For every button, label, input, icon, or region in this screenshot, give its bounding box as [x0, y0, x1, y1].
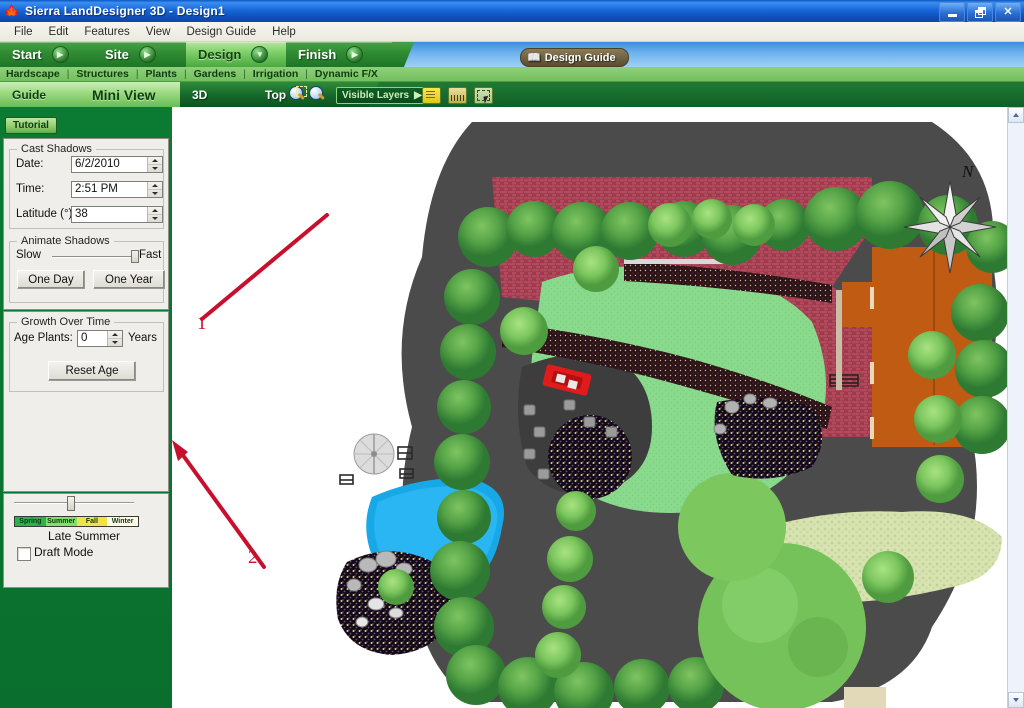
book-icon: 📖	[527, 52, 541, 64]
slow-label: Slow	[16, 249, 41, 261]
latitude-label: Latitude (°):	[16, 208, 76, 220]
animate-speed-thumb[interactable]	[131, 250, 139, 263]
phase-tab-start[interactable]: Start ▶	[0, 42, 123, 67]
animate-shadows-title: Animate Shadows	[17, 235, 114, 247]
title-bar: 🍁 Sierra LandDesigner 3D - Design1 ✕	[0, 0, 1024, 22]
age-plants-field[interactable]: 0	[77, 330, 123, 347]
annotation-number-1: 1	[197, 313, 207, 334]
one-year-button[interactable]: One Year	[93, 270, 165, 289]
circular-flower-bed	[548, 415, 632, 499]
play-icon: ▶	[346, 46, 364, 63]
season-panel: Spring Summer Fall Winter Late Summer Dr…	[3, 493, 169, 588]
latitude-stepper[interactable]	[147, 207, 162, 222]
latitude-value: 38	[75, 208, 88, 220]
play-icon: ▶	[138, 46, 156, 63]
select-icon[interactable]	[474, 87, 493, 104]
animate-speed-track[interactable]	[52, 256, 136, 258]
draft-mode-checkbox[interactable]	[17, 547, 31, 561]
shadows-panel: Cast Shadows Date: 6/2/2010 Time: 2:51 P…	[3, 138, 169, 310]
application-window: 🍁 Sierra LandDesigner 3D - Design1 ✕ Fil…	[0, 0, 1024, 708]
cast-shadows-title: Cast Shadows	[17, 143, 96, 155]
ruler-icon[interactable]	[448, 87, 467, 104]
season-band-winter: Winter	[107, 517, 138, 526]
restore-icon[interactable]	[967, 2, 993, 22]
menu-item-file[interactable]: File	[6, 25, 41, 39]
subnav-separator: |	[243, 68, 246, 80]
phase-tab-finish[interactable]: Finish ▶	[286, 42, 415, 67]
compass-north-label: N	[961, 162, 975, 181]
season-bands: Spring Summer Fall Winter	[14, 516, 139, 527]
design-guide-button[interactable]: 📖 Design Guide	[520, 48, 629, 67]
leaf-icon: 🍁	[3, 3, 21, 19]
phase-tab-bar: Start ▶ Site ▶ Design ▼ Finish ▶	[0, 42, 1024, 67]
left-sidebar: Tutorial Cast Shadows Date: 6/2/2010 Tim…	[0, 107, 172, 708]
subnav-item-gardens[interactable]: Gardens	[194, 68, 237, 80]
chevron-down-icon: ▼	[251, 46, 269, 63]
chevron-right-icon: ▶	[414, 90, 422, 101]
subnav-item-hardscape[interactable]: Hardscape	[6, 68, 60, 80]
growth-over-time-title: Growth Over Time	[17, 316, 115, 328]
canvas-vertical-scrollbar[interactable]	[1007, 107, 1024, 708]
minimize-icon[interactable]	[939, 2, 965, 22]
subnav-separator: |	[135, 68, 139, 80]
landscape-plan-drawing[interactable]: N	[172, 107, 1008, 708]
subnav-separator: |	[305, 68, 308, 80]
fast-label: Fast	[139, 249, 162, 261]
notes-icon[interactable]	[422, 87, 441, 104]
age-plants-stepper[interactable]	[107, 331, 122, 346]
subnav-item-irrigation[interactable]: Irrigation	[253, 68, 299, 80]
subnav-item-structures[interactable]: Structures	[76, 68, 129, 80]
menu-item-edit[interactable]: Edit	[41, 25, 77, 39]
phase-tab-site[interactable]: Site ▶	[93, 42, 216, 67]
date-field[interactable]: 6/2/2010	[71, 156, 163, 173]
scroll-up-icon[interactable]	[1008, 107, 1024, 123]
sub-nav-bar: Hardscape | Structures | Plants | Garden…	[0, 67, 1024, 82]
draft-mode-label: Draft Mode	[34, 545, 94, 559]
time-field[interactable]: 2:51 PM	[71, 181, 163, 198]
menu-item-design-guide[interactable]: Design Guide	[178, 25, 264, 39]
age-plants-label: Age Plants:	[14, 332, 73, 344]
scroll-down-icon[interactable]	[1008, 692, 1024, 708]
date-value: 6/2/2010	[75, 158, 120, 170]
subnav-separator: |	[183, 68, 187, 80]
tool-bar: Guide Mini View 3D Top Visible Layers ▶	[0, 82, 1024, 107]
date-stepper[interactable]	[147, 157, 162, 172]
age-plants-value: 0	[81, 332, 88, 344]
years-label: Years	[128, 332, 157, 344]
design-guide-label: Design Guide	[544, 51, 616, 64]
close-icon[interactable]: ✕	[995, 2, 1021, 22]
zoom-in-icon[interactable]	[289, 86, 308, 103]
zoom-out-icon[interactable]	[309, 86, 326, 103]
visible-layers-button[interactable]: Visible Layers ▶	[336, 87, 428, 104]
season-band-summer: Summer	[45, 517, 77, 526]
season-band-spring: Spring	[15, 517, 46, 526]
growth-panel: Growth Over Time Age Plants: 0 Years Res…	[3, 311, 169, 492]
patio-umbrella	[353, 433, 395, 475]
annotation-number-2: 2	[248, 547, 258, 568]
menu-item-help[interactable]: Help	[264, 25, 304, 39]
time-value: 2:51 PM	[75, 183, 118, 195]
season-current-label: Late Summer	[47, 529, 121, 543]
specimen-tree-2	[678, 473, 786, 581]
one-day-button[interactable]: One Day	[17, 270, 85, 289]
window-title: Sierra LandDesigner 3D - Design1	[25, 4, 225, 18]
reset-age-button[interactable]: Reset Age	[48, 361, 136, 381]
time-stepper[interactable]	[147, 182, 162, 197]
tutorial-tab[interactable]: Tutorial	[5, 117, 57, 134]
menu-bar: File Edit Features View Design Guide Hel…	[0, 22, 1024, 42]
menu-item-view[interactable]: View	[138, 25, 179, 39]
time-label: Time:	[16, 183, 45, 195]
phase-tab-design[interactable]: Design ▼	[186, 42, 317, 67]
menu-item-features[interactable]: Features	[76, 25, 137, 39]
window-controls: ✕	[939, 2, 1021, 22]
subnav-separator: |	[66, 68, 70, 80]
play-icon: ▶	[51, 46, 69, 63]
latitude-field[interactable]: 38	[71, 206, 163, 223]
season-slider-thumb[interactable]	[67, 496, 75, 511]
date-label: Date:	[16, 158, 44, 170]
subnav-item-dynamic-fx[interactable]: Dynamic F/X	[315, 68, 378, 80]
subnav-item-plants[interactable]: Plants	[145, 68, 177, 80]
season-band-fall: Fall	[76, 517, 108, 526]
design-canvas[interactable]: N 1 2	[172, 107, 1024, 708]
